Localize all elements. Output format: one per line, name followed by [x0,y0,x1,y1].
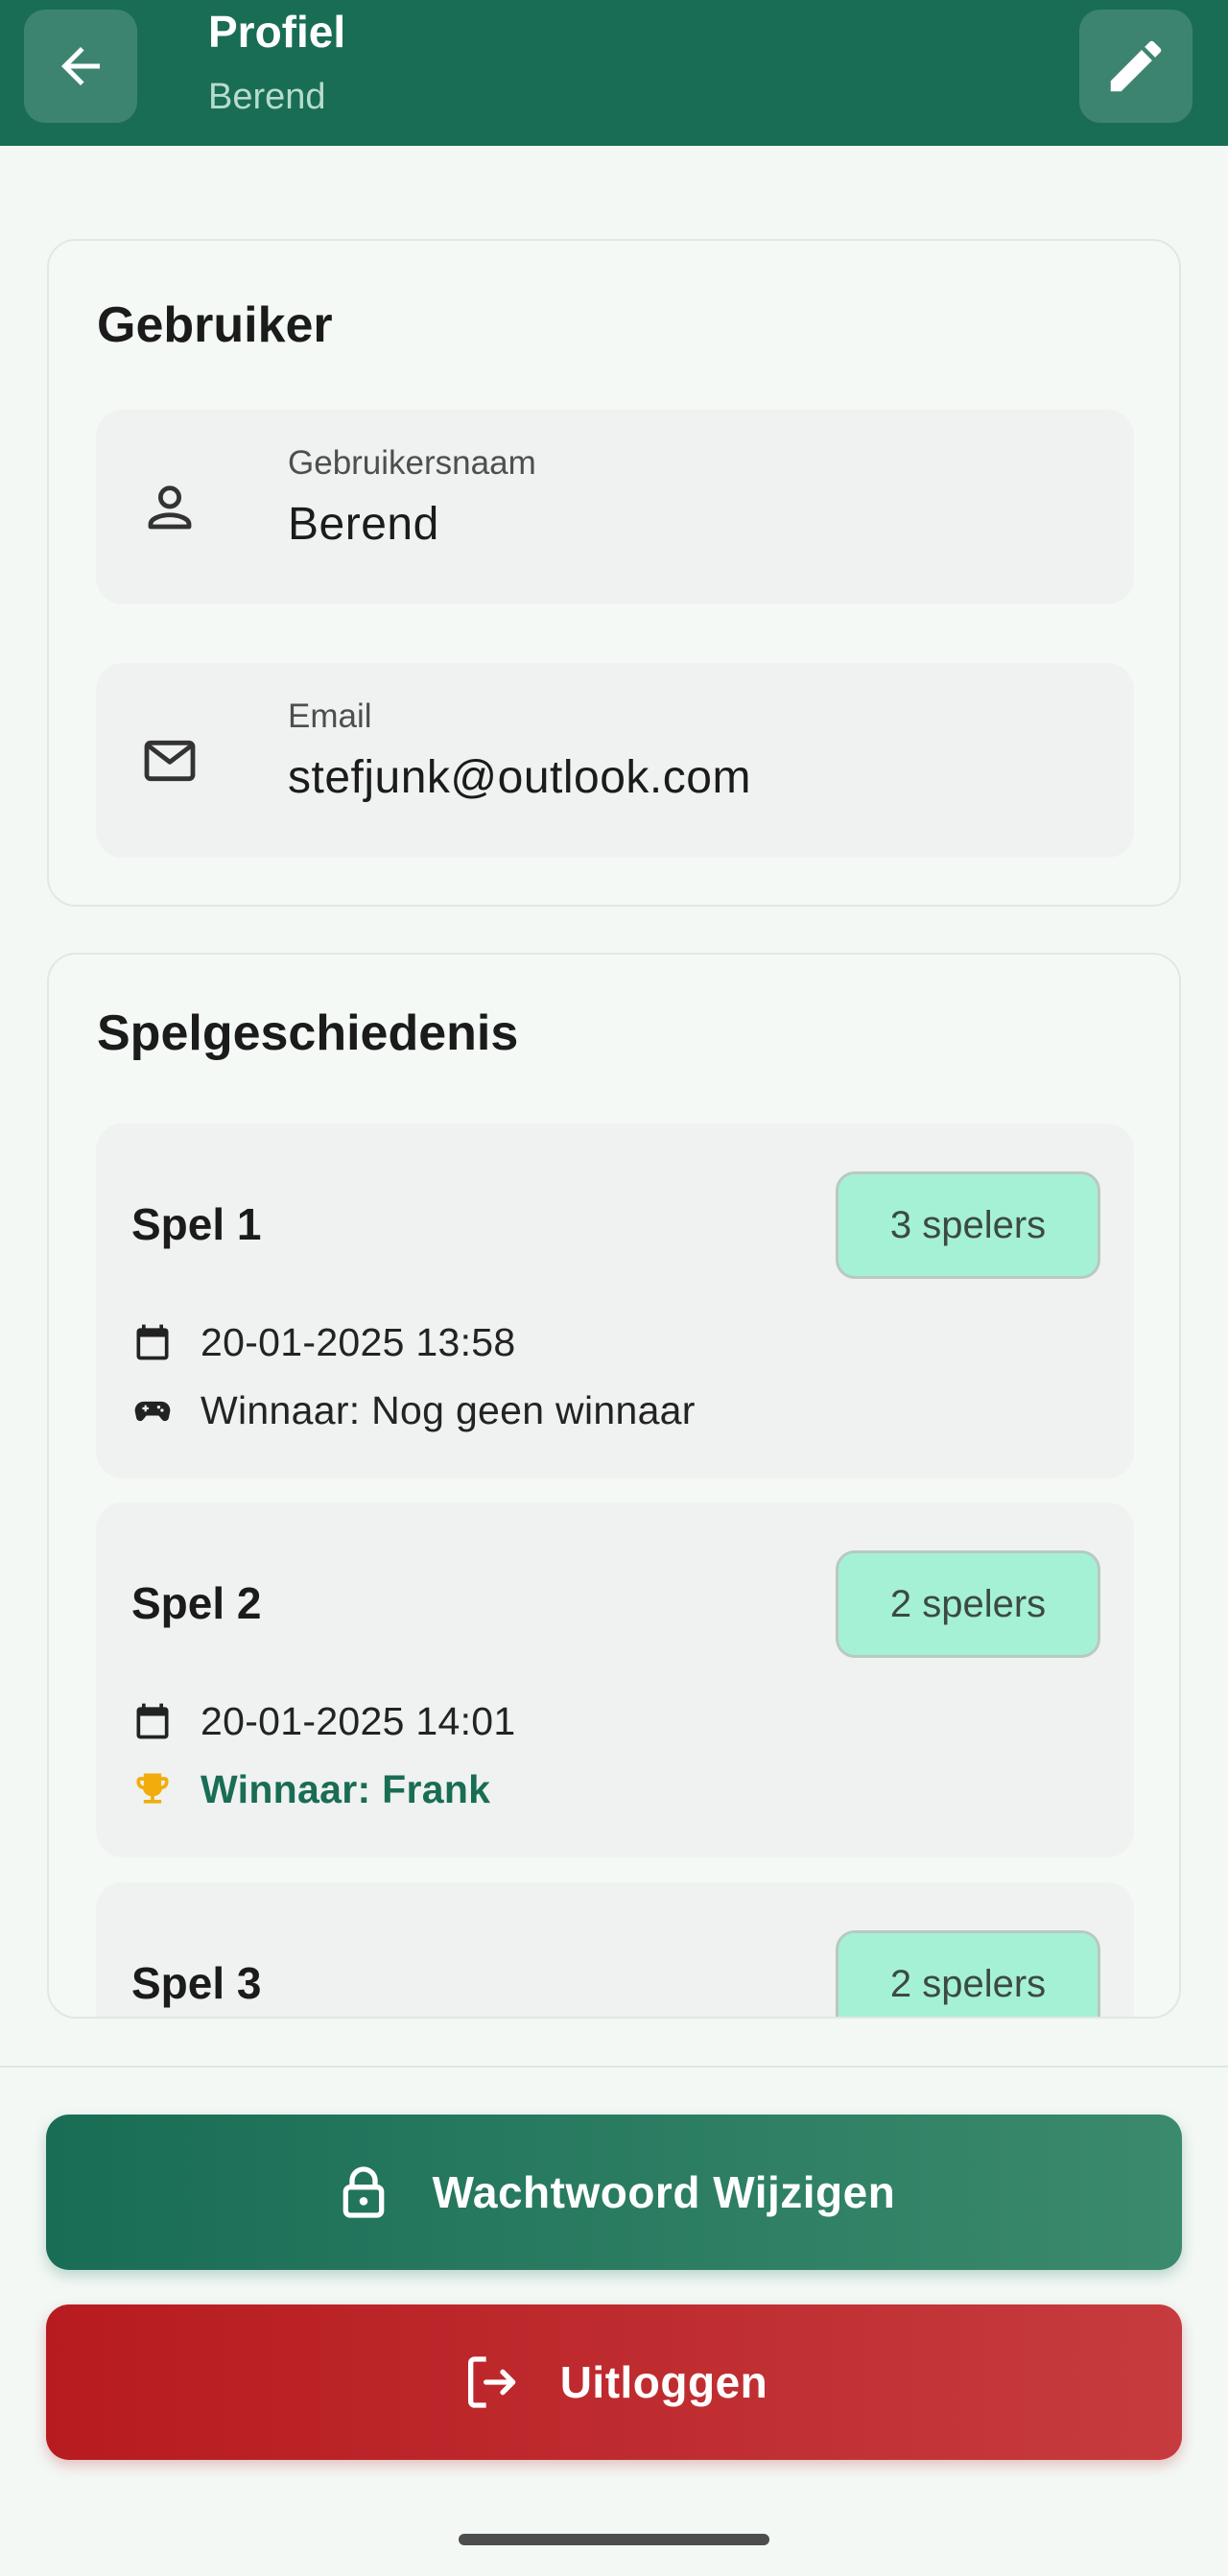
game-item[interactable]: Spel 3 2 spelers [96,1882,1134,2017]
pencil-icon [1110,40,1162,92]
game-history-heading: Spelgeschiedenis [97,1005,519,1061]
trophy-icon [136,1773,169,1804]
email-label: Email [288,697,372,735]
logout-button[interactable]: Uitloggen [46,2304,1182,2460]
calendar-icon [136,1324,169,1360]
edit-profile-button[interactable] [1079,10,1193,123]
page-subtitle: Berend [208,77,326,117]
home-indicator[interactable] [459,2534,769,2545]
players-badge: 3 spelers [836,1171,1100,1279]
app-bar: Profiel Berend [0,0,1228,146]
game-history-card: Spelgeschiedenis Spel 1 3 spelers 20-01-… [47,953,1181,2019]
email-field: Email stefjunk@outlook.com [96,663,1134,858]
calendar-icon [136,1703,169,1739]
game-winner: Winnaar: Frank [201,1766,491,1811]
game-winner-row: Winnaar: Frank [131,1765,490,1813]
person-icon [148,485,192,530]
lock-icon [342,2166,384,2218]
change-password-button[interactable]: Wachtwoord Wijzigen [46,2115,1182,2270]
game-date-row: 20-01-2025 13:58 [131,1318,516,1366]
game-date: 20-01-2025 13:58 [201,1319,516,1364]
email-value: stefjunk@outlook.com [288,752,751,803]
game-title: Spel 3 [131,1958,262,2008]
gamepad-icon [134,1401,171,1422]
game-title: Spel 2 [131,1578,262,1628]
username-field: Gebruikersnaam Berend [96,410,1134,604]
arrow-left-icon [61,47,100,85]
game-date: 20-01-2025 14:01 [201,1698,516,1743]
game-date-row: 20-01-2025 14:01 [131,1697,516,1745]
logout-icon [467,2356,516,2408]
game-winner-row: Winnaar: Nog geen winnaar [131,1386,696,1434]
divider [0,2066,1228,2068]
game-item[interactable]: Spel 2 2 spelers 20-01-2025 14:01 Winnaa… [96,1502,1134,1857]
game-title: Spel 1 [131,1199,262,1249]
page-title: Profiel [208,7,346,57]
change-password-label: Wachtwoord Wijzigen [432,2167,896,2217]
user-card: Gebruiker Gebruikersnaam Berend Email st… [47,239,1181,907]
logout-label: Uitloggen [559,2357,768,2407]
user-card-heading: Gebruiker [97,297,333,353]
players-badge: 2 spelers [836,1550,1100,1658]
players-badge: 2 spelers [836,1930,1100,2017]
username-value: Berend [288,499,439,550]
game-winner: Winnaar: Nog geen winnaar [201,1387,696,1432]
username-label: Gebruikersnaam [288,444,536,482]
game-item[interactable]: Spel 1 3 spelers 20-01-2025 13:58 Winnaa… [96,1123,1134,1478]
back-button[interactable] [24,10,137,123]
mail-icon [144,740,196,782]
